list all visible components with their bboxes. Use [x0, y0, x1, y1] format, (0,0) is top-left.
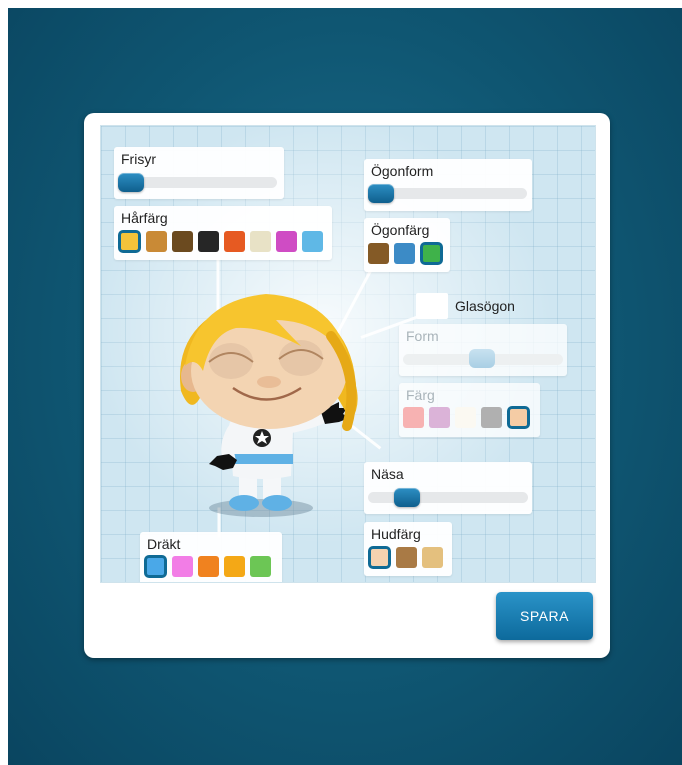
glasses-color-swatch[interactable] — [481, 407, 502, 428]
skin-color-swatch[interactable] — [368, 546, 391, 569]
hair-color-swatch[interactable] — [224, 231, 245, 252]
glasses-color-swatch[interactable] — [507, 406, 530, 429]
glasses-color-swatch[interactable] — [429, 407, 450, 428]
glasses-color-swatches — [403, 406, 530, 429]
nose-slider-thumb[interactable] — [394, 488, 420, 507]
avatar-character — [180, 294, 358, 517]
glasses-color-swatch[interactable] — [455, 407, 476, 428]
skin-color-swatch[interactable] — [396, 547, 417, 568]
hair-color-swatch[interactable] — [172, 231, 193, 252]
glasses-color-label: Färg — [406, 387, 435, 403]
glasses-form-slider-thumb[interactable] — [469, 349, 495, 368]
eye-color-panel: Ögonfärg — [364, 218, 450, 272]
skin-color-label: Hudfärg — [371, 526, 421, 542]
hair-color-swatch[interactable] — [146, 231, 167, 252]
character-shoe — [262, 495, 292, 511]
hair-color-swatch[interactable] — [198, 231, 219, 252]
glasses-color-panel: Färg — [399, 383, 540, 437]
hair-color-label: Hårfärg — [121, 210, 168, 226]
outfit-swatch[interactable] — [144, 555, 167, 578]
outfit-swatch[interactable] — [224, 556, 245, 577]
glasses-form-panel: Form — [399, 324, 567, 376]
eye-shape-slider-thumb[interactable] — [368, 184, 394, 203]
glasses-color-swatch[interactable] — [403, 407, 424, 428]
glasses-form-label: Form — [406, 328, 439, 344]
hair-color-swatch[interactable] — [118, 230, 141, 253]
character-eye-right — [279, 340, 323, 376]
avatar-editor-dialog: Frisyr Hårfärg Ögonform Ögonfärg Glasögo… — [84, 113, 610, 658]
character-nose — [257, 376, 281, 388]
hair-color-swatch[interactable] — [276, 231, 297, 252]
nose-slider-track[interactable] — [368, 492, 528, 503]
outfit-swatch[interactable] — [250, 556, 271, 577]
character-shoe — [229, 495, 259, 511]
outfit-label: Dräkt — [147, 536, 181, 552]
hairstyle-slider-thumb[interactable] — [118, 173, 144, 192]
nose-label: Näsa — [371, 466, 404, 482]
outfit-color-swatches — [144, 555, 271, 578]
glasses-label: Glasögon — [455, 298, 515, 314]
avatar-stage: Frisyr Hårfärg Ögonform Ögonfärg Glasögo… — [100, 125, 596, 583]
eye-color-swatch[interactable] — [394, 243, 415, 264]
hair-color-swatch[interactable] — [250, 231, 271, 252]
outfit-swatch[interactable] — [198, 556, 219, 577]
outfit-swatch[interactable] — [172, 556, 193, 577]
hairstyle-slider-track[interactable] — [121, 177, 277, 188]
hair-color-panel: Hårfärg — [114, 206, 332, 260]
eye-shape-panel: Ögonform — [364, 159, 532, 211]
character-belt — [231, 454, 293, 464]
hair-color-swatch[interactable] — [302, 231, 323, 252]
hairstyle-label: Frisyr — [121, 151, 156, 167]
character-shadow — [209, 499, 313, 517]
skin-color-panel: Hudfärg — [364, 522, 452, 576]
outfit-panel: Dräkt — [140, 532, 282, 582]
skin-color-swatch[interactable] — [422, 547, 443, 568]
eye-color-swatches — [368, 242, 443, 265]
skin-color-swatches — [368, 546, 443, 569]
eye-color-label: Ögonfärg — [371, 222, 430, 238]
eye-color-swatch[interactable] — [420, 242, 443, 265]
save-button[interactable]: SPARA — [496, 592, 593, 640]
eye-shape-label: Ögonform — [371, 163, 434, 179]
character-eye-left — [209, 343, 253, 379]
hairstyle-panel: Frisyr — [114, 147, 284, 199]
eye-color-swatch[interactable] — [368, 243, 389, 264]
nose-panel: Näsa — [364, 462, 532, 514]
hair-color-swatches — [118, 230, 323, 253]
glasses-checkbox[interactable] — [416, 293, 448, 319]
